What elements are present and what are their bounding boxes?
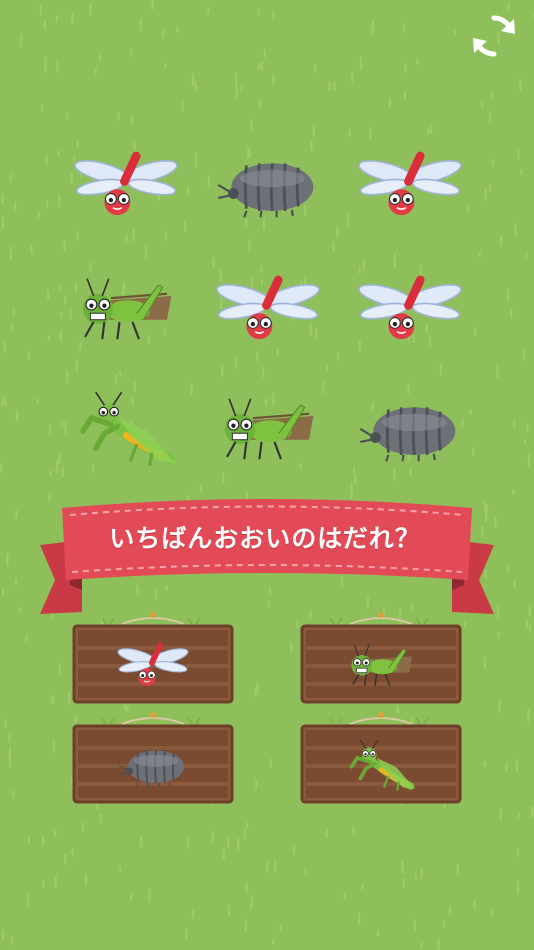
dragonfly-icon xyxy=(117,642,189,686)
grid-cell-dragonfly xyxy=(214,272,322,348)
dragonfly-icon xyxy=(216,275,320,340)
mantis-icon xyxy=(349,740,416,791)
game-stage: いちばんおおいのはだれ？ xyxy=(0,0,534,950)
grid-cell-dragonfly xyxy=(356,148,464,224)
grasshopper-icon xyxy=(351,644,413,687)
answer-insect xyxy=(344,740,418,792)
answer-button-dragonfly[interactable] xyxy=(72,610,234,704)
grid-cell-dragonfly xyxy=(356,272,464,348)
background-grass xyxy=(0,0,534,950)
dragonfly-icon xyxy=(358,151,462,216)
answer-insect xyxy=(344,640,418,692)
answer-insect xyxy=(116,740,190,792)
grid-cell-mantis xyxy=(72,392,180,468)
answer-button-pillbug[interactable] xyxy=(72,710,234,804)
prompt-text: いちばんおおいのはだれ？ xyxy=(109,524,421,553)
grasshopper-icon xyxy=(224,398,314,460)
mantis-icon xyxy=(80,392,176,466)
grid-cell-dragonfly xyxy=(72,148,180,224)
grid-cell-grasshopper xyxy=(214,392,322,468)
dragonfly-icon xyxy=(74,151,178,216)
answer-button-mantis[interactable] xyxy=(300,710,462,804)
pillbug-icon xyxy=(217,163,314,218)
pillbug-icon xyxy=(118,750,185,788)
pillbug-icon xyxy=(359,407,456,462)
answer-button-grasshopper[interactable] xyxy=(300,610,462,704)
grasshopper-icon xyxy=(82,278,172,340)
reload-icon xyxy=(473,15,515,57)
grid-cell-pillbug xyxy=(356,392,464,468)
grid-cell-pillbug xyxy=(214,148,322,224)
grid-cell-grasshopper xyxy=(72,272,180,348)
answer-insect xyxy=(116,640,190,692)
dragonfly-icon xyxy=(358,275,462,340)
reload-button[interactable] xyxy=(466,8,522,64)
